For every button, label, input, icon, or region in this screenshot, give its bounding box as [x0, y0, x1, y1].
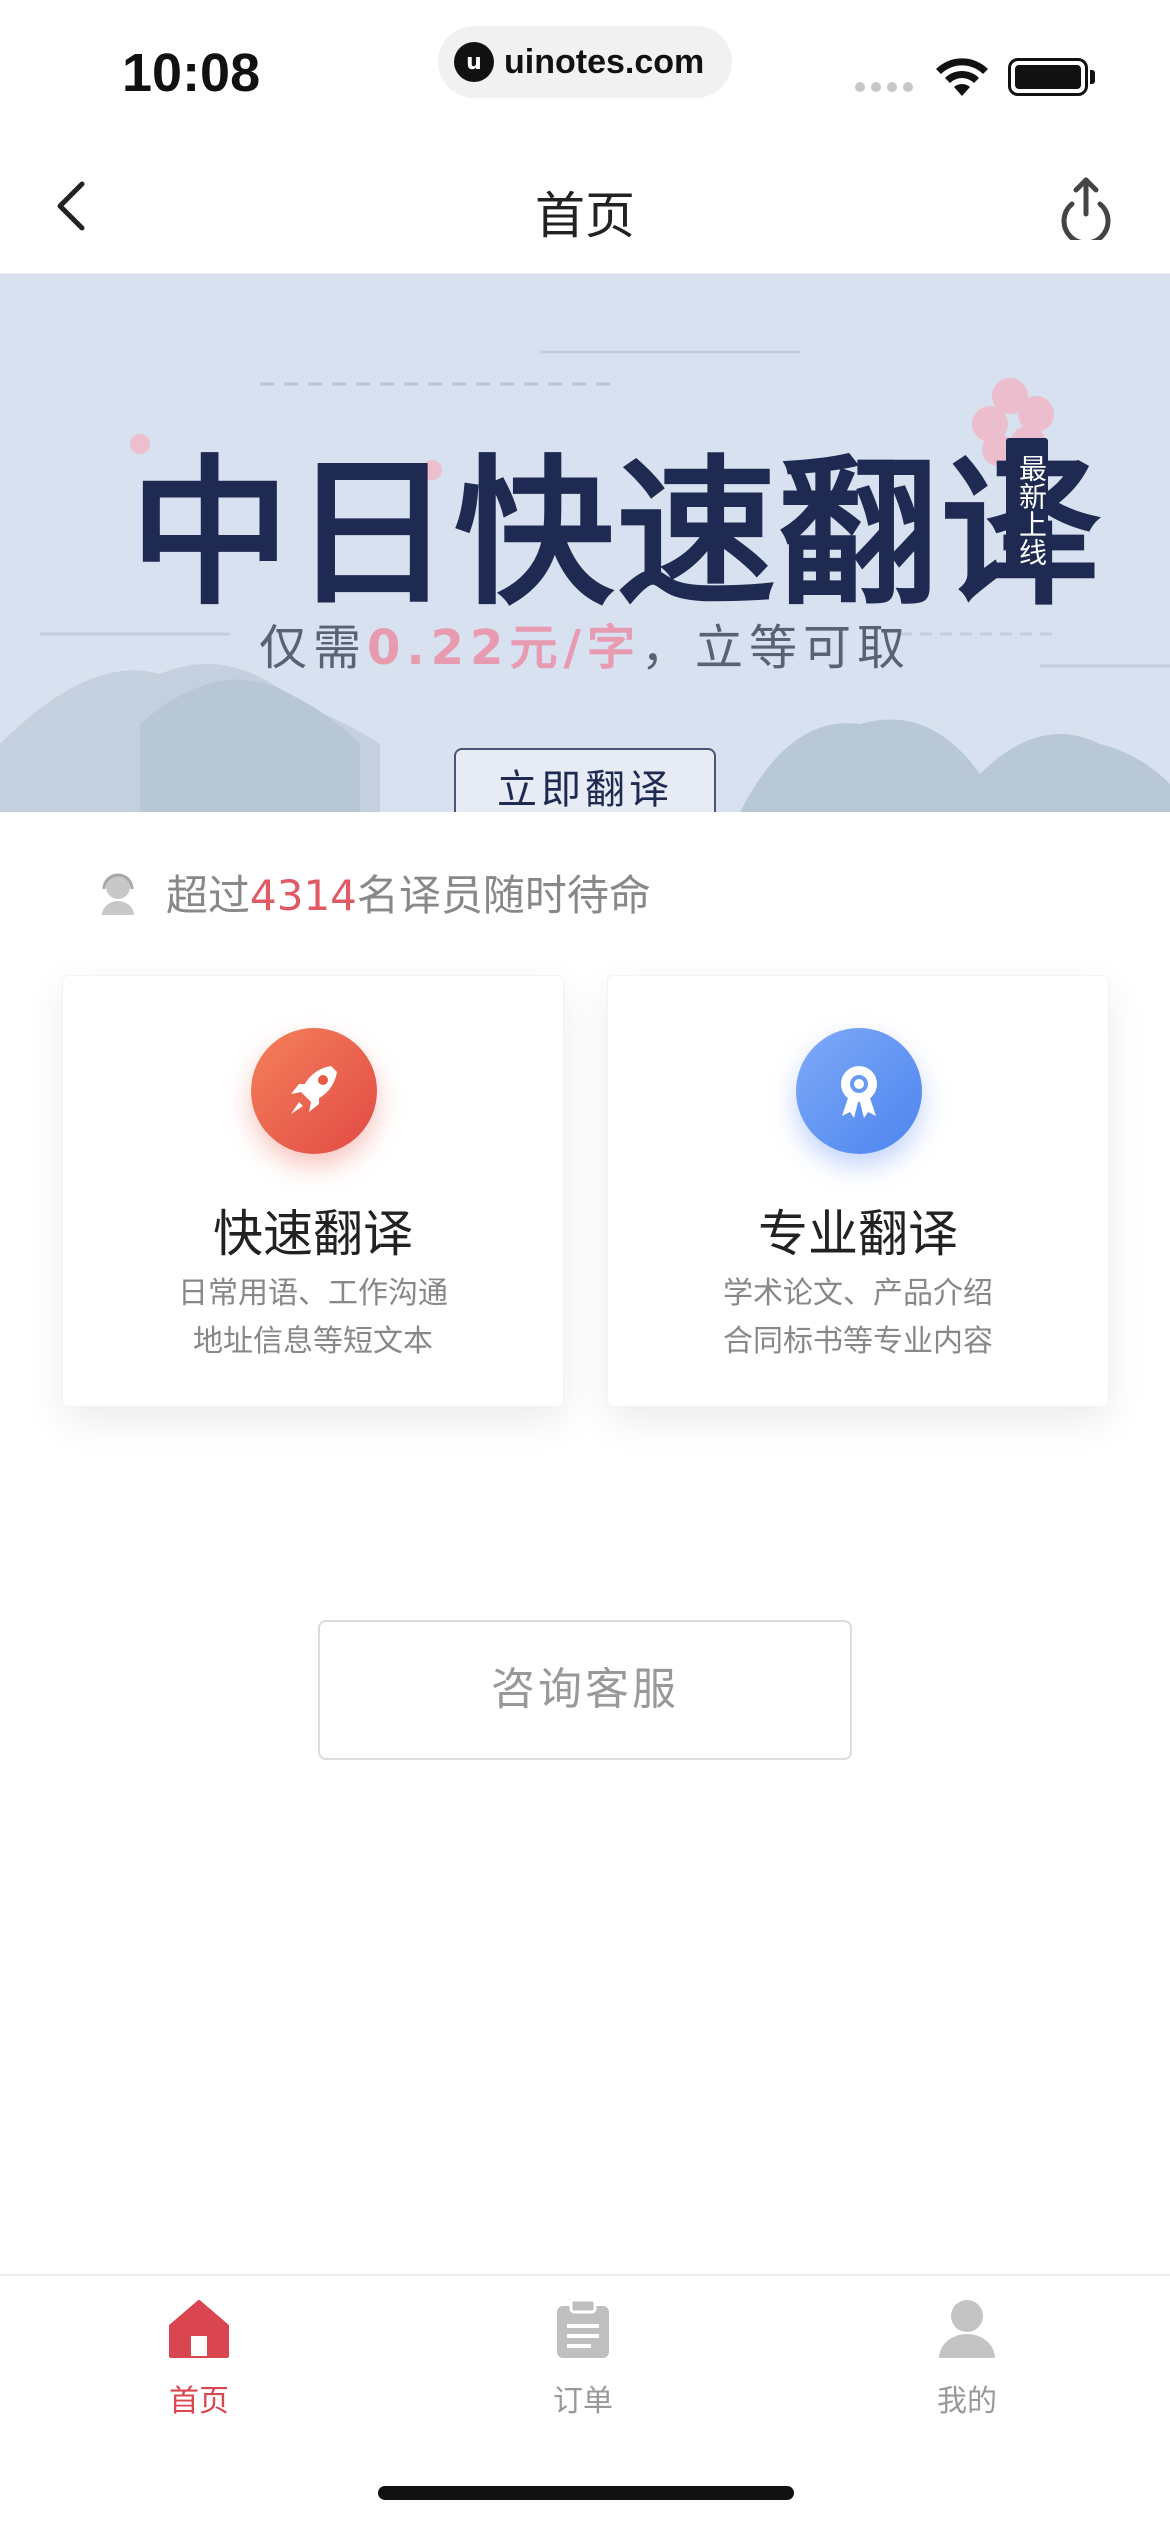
url-pill[interactable]: u uinotes.com: [438, 26, 732, 98]
banner-title: 中日快速翻译: [130, 439, 1103, 627]
wifi-icon: [936, 58, 988, 96]
award-icon: [796, 1028, 922, 1154]
tab-mine[interactable]: 我的: [867, 2296, 1067, 2420]
translator-count: 超过4314名译员随时待命: [96, 862, 651, 923]
subtitle-suffix: ，立等可取: [640, 620, 911, 676]
promo-banner[interactable]: 中日快速翻译 最新上线 仅需0.22元/字，立等可取 立即翻译: [0, 274, 1170, 812]
nav-bar: 首页: [0, 140, 1170, 274]
card-desc-line: 日常用语、工作沟通: [178, 1276, 448, 1311]
share-icon[interactable]: [1056, 174, 1116, 240]
new-badge: 最新上线: [1006, 438, 1048, 578]
clipboard-icon: [557, 2298, 609, 2358]
home-indicator: [378, 2486, 794, 2500]
professional-translation-card[interactable]: 专业翻译 学术论文、产品介绍 合同标书等专业内容: [607, 975, 1109, 1407]
tab-label: 首页: [169, 2384, 229, 2419]
url-text: uinotes.com: [504, 42, 705, 81]
card-title: 快速翻译: [213, 1205, 413, 1263]
site-logo-icon: u: [454, 42, 494, 82]
card-description: 学术论文、产品介绍 合同标书等专业内容: [608, 1270, 1108, 1366]
price-text: 0.22元/字: [367, 620, 641, 676]
count-number: 4314: [250, 871, 357, 920]
tab-home[interactable]: 首页: [99, 2296, 299, 2420]
home-icon: [169, 2300, 229, 2358]
card-desc-line: 学术论文、产品介绍: [723, 1276, 993, 1311]
customer-service-button[interactable]: 咨询客服: [318, 1620, 852, 1760]
fast-translation-card[interactable]: 快速翻译 日常用语、工作沟通 地址信息等短文本: [62, 975, 564, 1407]
translate-now-button[interactable]: 立即翻译: [454, 748, 716, 812]
status-bar: 10:08 u uinotes.com: [0, 0, 1170, 140]
tab-label: 订单: [553, 2384, 613, 2419]
status-time: 10:08: [122, 43, 261, 103]
card-title: 专业翻译: [758, 1205, 958, 1263]
battery-tip: [1090, 70, 1095, 84]
tab-orders[interactable]: 订单: [483, 2296, 683, 2420]
tab-label: 我的: [937, 2384, 997, 2419]
banner-subtitle: 仅需0.22元/字，立等可取: [0, 608, 1170, 678]
headset-person-icon: [102, 873, 134, 915]
card-desc-line: 地址信息等短文本: [193, 1324, 433, 1359]
count-suffix: 名译员随时待命: [356, 871, 651, 920]
rocket-icon: [251, 1028, 377, 1154]
cellular-signal-icon: [855, 82, 913, 92]
subtitle-prefix: 仅需: [259, 620, 368, 676]
card-description: 日常用语、工作沟通 地址信息等短文本: [63, 1270, 563, 1366]
translator-count-text: 超过4314名译员随时待命: [166, 862, 651, 923]
card-desc-line: 合同标书等专业内容: [723, 1324, 993, 1359]
count-prefix: 超过: [166, 871, 251, 920]
user-icon: [939, 2300, 995, 2358]
page-title: 首页: [535, 187, 635, 245]
battery-icon: [1008, 58, 1088, 96]
